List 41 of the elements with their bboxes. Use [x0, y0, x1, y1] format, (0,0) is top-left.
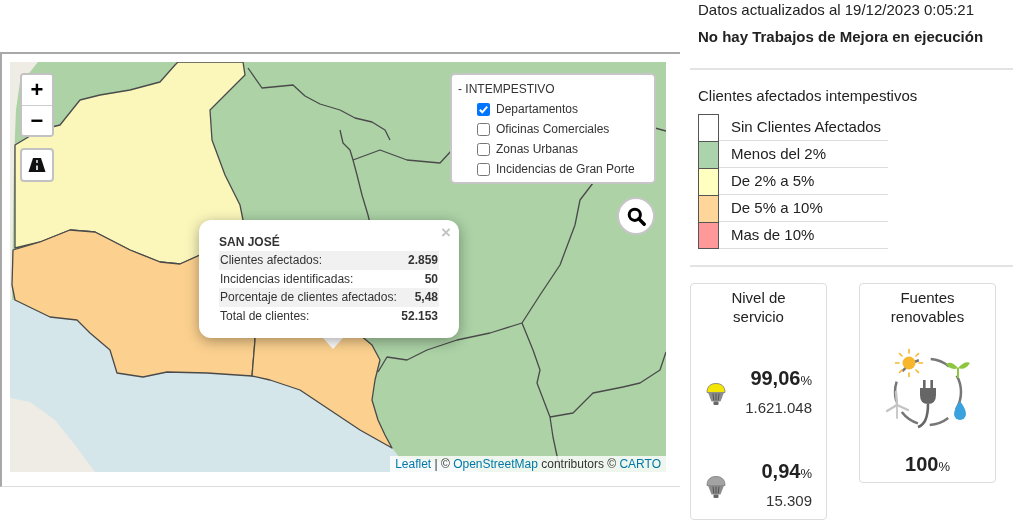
- layer-checkbox[interactable]: [477, 102, 490, 116]
- popup-label: Total de clientes:: [220, 307, 310, 325]
- popup-value: 52.153: [401, 307, 438, 325]
- legend-label: Sin Clientes Afectados: [719, 114, 888, 141]
- works-status: No hay Trabajos de Mejora en ejecución: [698, 27, 985, 47]
- layer-label[interactable]: Oficinas Comerciales: [496, 119, 610, 139]
- legend-label: Mas de 10%: [719, 222, 888, 249]
- layer-checkbox[interactable]: [477, 142, 490, 156]
- legend-title: Clientes afectados intempestivos: [698, 86, 919, 106]
- layer-label[interactable]: Zonas Urbanas: [496, 139, 579, 159]
- map-attribution: Leaflet | © OpenStreetMap contributors © CARTO: [390, 456, 666, 472]
- layer-label[interactable]: Departamentos: [496, 99, 579, 119]
- renewables-percent: 100%: [904, 452, 951, 477]
- service-percent: 0,94%: [761, 459, 812, 484]
- search-icon: [626, 206, 646, 226]
- legend-label: De 5% a 10%: [719, 195, 888, 222]
- layer-checkbox[interactable]: [477, 162, 490, 176]
- update-timestamp: Datos actualizados al 19/12/2023 0:05:21: [698, 0, 976, 20]
- popup-value: 2.859: [407, 252, 438, 269]
- popup-label: Incidencias identificadas:: [220, 270, 354, 288]
- attribution-link[interactable]: OpenStreetMap: [453, 457, 538, 471]
- card-title: Fuentes renovables: [889, 288, 966, 326]
- service-percent: 99,06%: [749, 366, 812, 391]
- legend-label: Menos del 2%: [719, 141, 888, 168]
- zoom-out-button[interactable]: −: [22, 105, 52, 135]
- service-count: 1.621.048: [745, 398, 812, 418]
- layer-checkbox[interactable]: [477, 122, 490, 136]
- service-count: 15.309: [765, 491, 812, 511]
- layer-group-title: - INTEMPESTIVO: [458, 81, 556, 98]
- popup-value: 5,48: [414, 289, 438, 306]
- attribution-link[interactable]: CARTO: [619, 457, 661, 471]
- popup-title: SAN JOSÉ: [219, 233, 281, 251]
- card-title: Nivel de servicio: [730, 288, 787, 326]
- legend-label: De 2% a 5%: [719, 168, 888, 195]
- popup-value: 50: [424, 270, 438, 288]
- layer-label[interactable]: Incidencias de Gran Porte: [496, 159, 635, 179]
- popup-label: Porcentaje de clientes afectados:: [220, 289, 397, 306]
- road-view-button[interactable]: [20, 148, 54, 182]
- popup-label: Clientes afectados:: [220, 252, 323, 269]
- attribution-link[interactable]: Leaflet: [395, 457, 432, 471]
- road-icon: [28, 157, 46, 173]
